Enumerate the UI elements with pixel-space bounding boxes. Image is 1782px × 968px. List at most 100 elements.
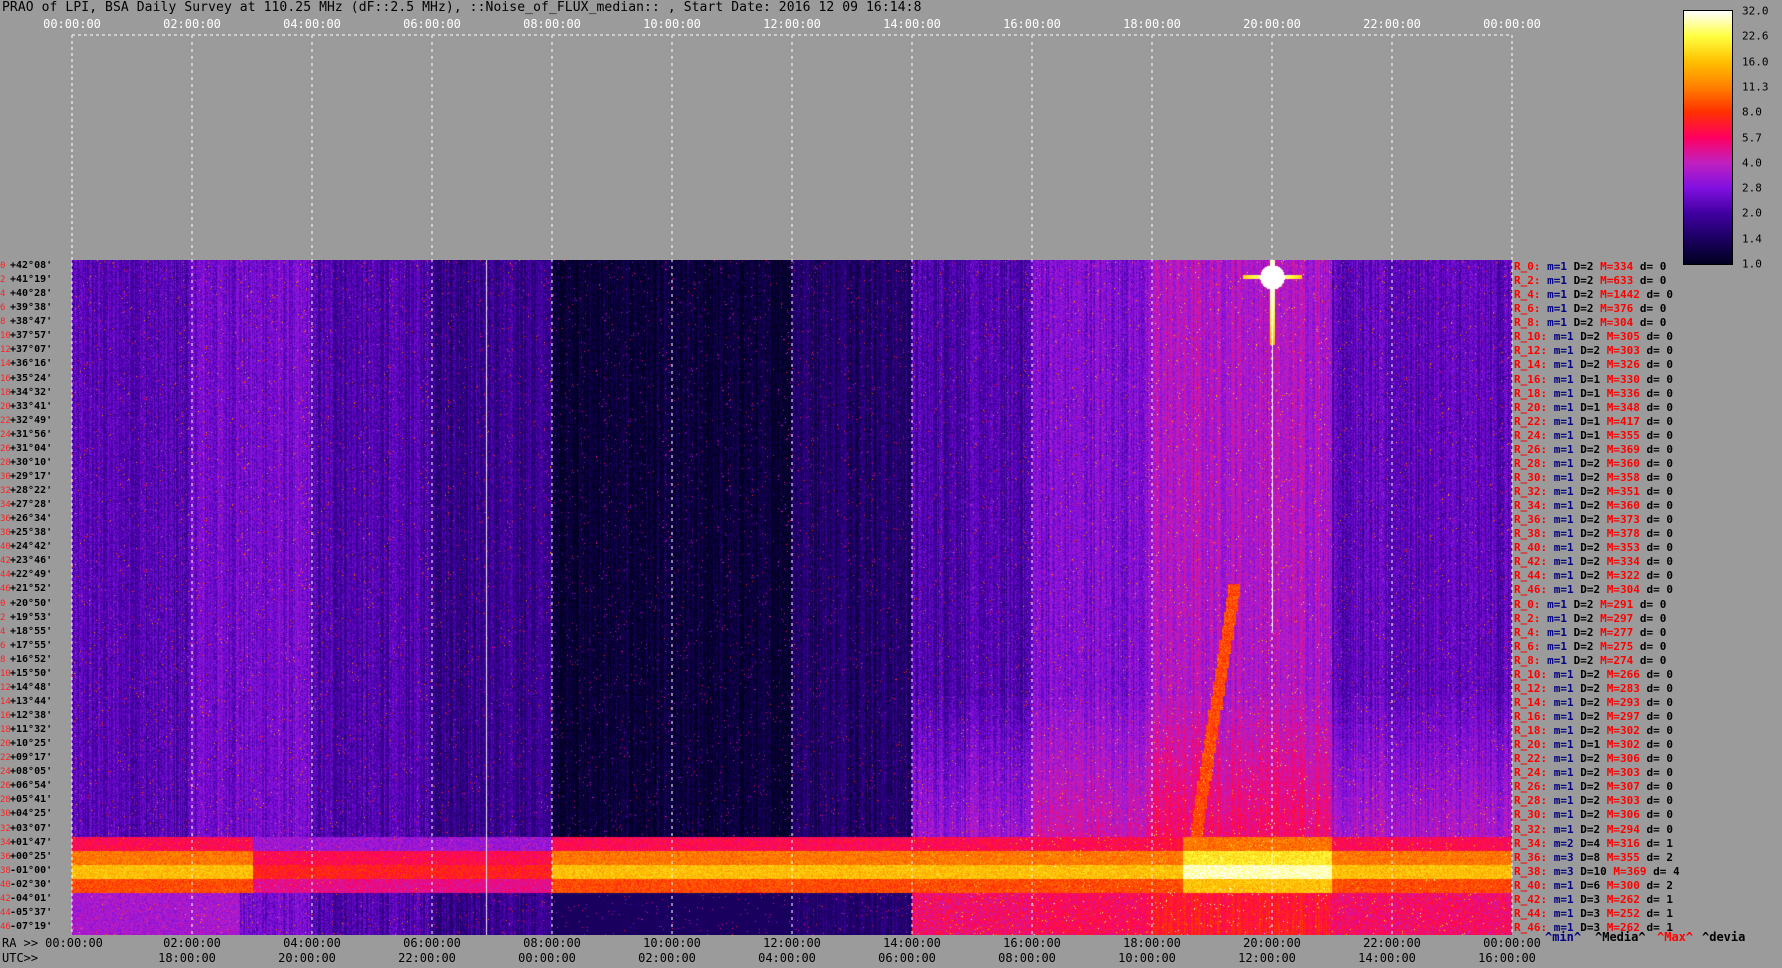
row-stat: R_40: m=1 D=2 M=353 d= 0 <box>1514 542 1673 554</box>
row-stat-d: d= 0 <box>1646 681 1674 695</box>
declination-label: +33°41' <box>10 400 53 412</box>
row-stat-r: R_24: <box>1514 428 1554 442</box>
colorbar-tick: 16.0 <box>1742 55 1769 69</box>
row-stat-d: d= 0 <box>1646 752 1674 766</box>
declination-label: +35°24' <box>10 372 53 384</box>
row-stat-m: m=1 <box>1553 808 1581 822</box>
row-stat-d: D=2 <box>1580 456 1607 470</box>
row-stat-d: d= 0 <box>1639 611 1667 625</box>
row-stat: R_4: m=1 D=2 M=1442 d= 0 <box>1514 289 1673 301</box>
row-stat-m: m=1 <box>1547 611 1574 625</box>
row-number: 12 <box>0 682 11 693</box>
row-stat: R_0: m=1 D=2 M=291 d= 0 <box>1514 597 1666 611</box>
row-stat-r: R_34: <box>1514 836 1554 850</box>
row-stat: R_14: m=1 D=2 M=326 d= 0 <box>1514 359 1673 371</box>
row-stat-m: m=1 <box>1553 358 1581 372</box>
row-stat-d: d= 0 <box>1646 358 1674 372</box>
utc-tick: 18:00:00 <box>158 951 216 965</box>
row-stat-r: R_10: <box>1514 667 1554 681</box>
row-stat-r: R_40: <box>1514 878 1554 892</box>
row-stat-d: D=4 <box>1580 836 1607 850</box>
row-stat: R_28: m=1 D=2 M=360 d= 0 <box>1514 456 1673 470</box>
row-stat-d: d= 0 <box>1646 386 1674 400</box>
row-stat-d: d= 0 <box>1646 372 1674 386</box>
row-stat: R_20: m=1 D=1 M=302 d= 0 <box>1514 739 1673 751</box>
row-stat-r: R_36: <box>1514 850 1554 864</box>
row-stat-m: m=1 <box>1553 513 1581 527</box>
row-stat-r: R_40: <box>1514 541 1554 555</box>
row-stat: R_26: m=1 D=2 M=307 d= 0 <box>1514 781 1673 793</box>
row-stat-d: D=2 <box>1580 499 1607 513</box>
row-stat-r: R_20: <box>1514 738 1554 752</box>
row-stat-d: d= 1 <box>1646 892 1674 906</box>
row-stat-m: m=1 <box>1553 667 1581 681</box>
colorbar-tick: 2.8 <box>1742 181 1762 195</box>
row-stat: R_24: m=1 D=1 M=355 d= 0 <box>1514 428 1674 442</box>
ra-tick: 06:00:00 <box>403 936 461 950</box>
row-stat-r: R_18: <box>1514 386 1554 400</box>
row-stat-m: m=1 <box>1547 260 1574 273</box>
row-stat-d: D=2 <box>1580 695 1607 709</box>
ra-tick: 10:00:00 <box>643 936 701 950</box>
declination-label: +25°38' <box>10 527 53 539</box>
row-stat-d: d= 0 <box>1646 428 1674 442</box>
row-stat-d: d= 0 <box>1646 766 1674 780</box>
declination-label: +21°52' <box>10 583 53 595</box>
row-stat-m: M=300 <box>1606 878 1647 892</box>
declination-label: +30°10' <box>10 456 53 468</box>
row-stat-m: M=305 <box>1606 330 1647 344</box>
top-tick: 10:00:00 <box>643 17 701 31</box>
row-stat-m: m=1 <box>1553 681 1581 695</box>
row-stat-d: d= 2 <box>1646 878 1674 892</box>
row-stat-d: d= 0 <box>1646 442 1674 456</box>
row-stat-d: D=1 <box>1580 414 1607 428</box>
row-stat: R_42: m=1 D=3 M=262 d= 1 <box>1514 892 1674 906</box>
row-stat-m: M=330 <box>1606 372 1647 386</box>
row-stat-d: d= 0 <box>1639 316 1667 330</box>
row-stat-m: m=1 <box>1547 274 1574 288</box>
row-stat-d: d= 0 <box>1646 344 1674 358</box>
row-stat-d: d= 0 <box>1646 513 1674 527</box>
colorbar-tick: 5.7 <box>1742 131 1762 144</box>
row-number: 10 <box>0 668 11 679</box>
row-stat-r: R_30: <box>1514 808 1554 822</box>
declination-label: +37°07' <box>10 344 53 356</box>
row-stat: R_2: m=1 D=2 M=297 d= 0 <box>1514 611 1667 625</box>
row-stat-m: M=316 <box>1606 836 1647 850</box>
row-stat-m: m=1 <box>1553 428 1581 442</box>
declination-label: +06°54' <box>10 780 53 792</box>
row-stat-d: D=2 <box>1580 527 1607 541</box>
utc-tick: 00:00:00 <box>518 951 576 965</box>
row-stat: R_40: m=1 D=6 M=300 d= 2 <box>1514 878 1674 892</box>
row-stat-d: D=2 <box>1573 597 1601 611</box>
declination-label: +29°17' <box>10 470 53 482</box>
row-stat-d: D=2 <box>1580 358 1607 372</box>
row-stat-m: m=1 <box>1553 738 1581 752</box>
row-number: 16 <box>0 711 11 721</box>
row-number: 0 <box>0 261 6 271</box>
row-stat-r: R_16: <box>1514 372 1554 386</box>
row-stat-m: m=1 <box>1553 330 1581 344</box>
row-stat-d: d= 0 <box>1646 569 1674 583</box>
row-number: 28 <box>0 457 11 468</box>
row-stat-r: R_12: <box>1514 681 1554 695</box>
row-stat: R_24: m=1 D=2 M=303 d= 0 <box>1514 767 1673 779</box>
row-stat-m: M=360 <box>1606 499 1647 513</box>
row-stat-d: d= 4 <box>1653 864 1680 878</box>
row-stat: R_26: m=1 D=2 M=369 d= 0 <box>1514 442 1674 456</box>
row-stat: R_46: m=1 D=2 M=304 d= 0 <box>1514 584 1673 596</box>
declination-label: -05°37' <box>10 906 53 918</box>
row-stat: R_4: m=1 D=2 M=277 d= 0 <box>1514 626 1666 639</box>
row-stat-m: m=1 <box>1553 780 1581 794</box>
row-stat-r: R_12: <box>1514 344 1554 358</box>
row-stat-d: D=2 <box>1580 513 1607 527</box>
row-stat-r: R_8: <box>1514 653 1548 667</box>
top-tick: 06:00:00 <box>403 17 461 31</box>
row-number: 8 <box>0 654 6 665</box>
declination-label: +38°47' <box>10 316 53 328</box>
row-stat-m: M=297 <box>1600 611 1640 625</box>
row-stat-d: d= 1 <box>1646 836 1674 850</box>
row-number: 8 <box>0 317 6 328</box>
colorbar-tick: 22.6 <box>1742 29 1769 43</box>
row-stat-m: m=1 <box>1553 794 1581 808</box>
